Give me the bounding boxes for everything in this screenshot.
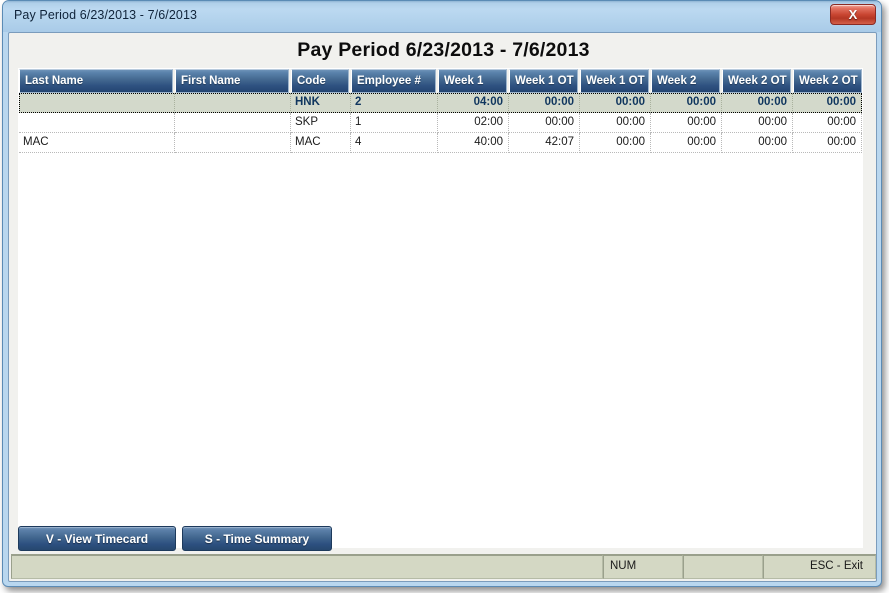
table-cell: 00:00: [651, 93, 722, 113]
table-row[interactable]: HNK 2 04:00 00:00 00:00 00:00 00:00 00:00: [19, 93, 862, 113]
grid-column-header[interactable]: Week 1: [438, 69, 507, 93]
application-window: Pay Period 6/23/2013 - 7/6/2013 X Pay Pe…: [2, 0, 882, 587]
time-summary-button[interactable]: S - Time Summary: [182, 526, 332, 551]
table-cell: 04:00: [438, 93, 509, 113]
window-title: Pay Period 6/23/2013 - 7/6/2013: [14, 8, 198, 22]
table-cell: 00:00: [793, 93, 862, 113]
table-cell: 02:00: [438, 113, 509, 133]
status-esc-exit: ESC - Exit: [763, 555, 876, 579]
title-bar: Pay Period 6/23/2013 - 7/6/2013 X: [3, 1, 881, 32]
grid-column-header[interactable]: Code: [291, 69, 349, 93]
view-timecard-button[interactable]: V - View Timecard: [18, 526, 176, 551]
table-cell: 00:00: [651, 133, 722, 153]
close-button[interactable]: X: [830, 4, 876, 25]
close-icon: X: [848, 6, 858, 22]
table-cell: MAC: [19, 133, 175, 153]
table-cell: 00:00: [580, 113, 651, 133]
table-cell: 00:00: [793, 113, 862, 133]
grid-column-header[interactable]: Week 1 OT: [580, 69, 649, 93]
table-cell: 40:00: [438, 133, 509, 153]
grid-column-header[interactable]: Week 2 OT: [793, 69, 862, 93]
table-cell: [175, 133, 291, 153]
table-cell: 4: [351, 133, 438, 153]
grid-column-header[interactable]: Last Name: [19, 69, 173, 93]
grid-column-header[interactable]: First Name: [175, 69, 289, 93]
window-content: Pay Period 6/23/2013 - 7/6/2013 Last Nam…: [8, 32, 877, 582]
table-cell: [175, 93, 291, 113]
grid-column-header[interactable]: Week 1 OT: [509, 69, 578, 93]
table-cell: 00:00: [580, 133, 651, 153]
page-title: Pay Period 6/23/2013 - 7/6/2013: [297, 39, 590, 61]
table-cell: [175, 113, 291, 133]
table-cell: 2: [351, 93, 438, 113]
table-cell: [19, 113, 175, 133]
grid-column-header[interactable]: Week 2 OT: [722, 69, 791, 93]
table-cell: 00:00: [509, 113, 580, 133]
table-cell: 00:00: [722, 113, 793, 133]
table-row[interactable]: MAC MAC 4 40:00 42:07 00:00 00:00 00:00 00:00: [19, 133, 862, 153]
status-num-indicator: NUM: [603, 555, 683, 579]
table-cell: SKP: [291, 113, 351, 133]
table-cell: 00:00: [793, 133, 862, 153]
grid-column-header[interactable]: Employee #: [351, 69, 436, 93]
table-cell: 00:00: [580, 93, 651, 113]
timecard-grid: Last Name First Name Code Employee # Week 1W…: [18, 68, 863, 548]
table-cell: MAC: [291, 133, 351, 153]
table-row[interactable]: SKP 1 02:00 00:00 00:00 00:00 00:00 00:00: [19, 113, 862, 133]
grid-column-header[interactable]: Week 2: [651, 69, 720, 93]
status-spacer-panel: [683, 555, 763, 579]
status-message: [11, 555, 603, 579]
table-cell: 42:07: [509, 133, 580, 153]
table-cell: 00:00: [722, 133, 793, 153]
table-cell: HNK: [291, 93, 351, 113]
status-bar: NUM ESC - Exit: [11, 554, 876, 579]
table-cell: 00:00: [509, 93, 580, 113]
table-cell: 1: [351, 113, 438, 133]
grid-body: HNK 2 04:00 00:00 00:00 00:00 00:00 00:00 SKP 1 02…: [19, 93, 862, 153]
table-cell: 00:00: [651, 113, 722, 133]
grid-header-row: Last Name First Name Code Employee # Week 1W…: [19, 69, 862, 93]
table-cell: [19, 93, 175, 113]
table-cell: 00:00: [722, 93, 793, 113]
